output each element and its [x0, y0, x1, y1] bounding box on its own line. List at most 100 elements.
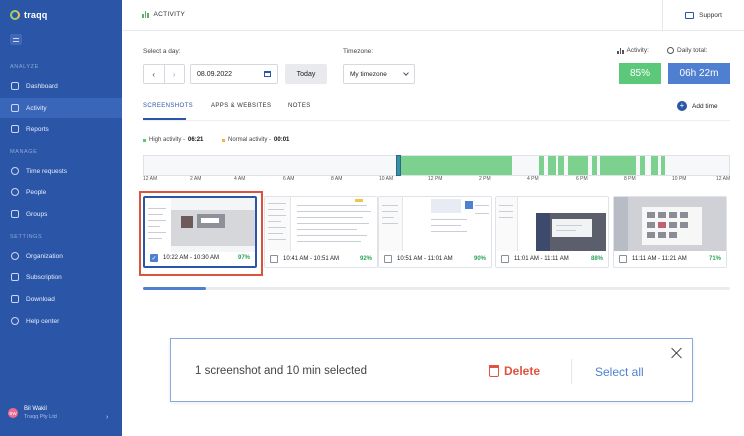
timeline-activity-segment [558, 156, 564, 175]
monitor-icon [11, 82, 19, 90]
daily-total-label: Daily total: [667, 47, 707, 54]
delete-label: Delete [504, 364, 541, 378]
gear-icon [11, 252, 19, 260]
today-button[interactable]: Today [285, 64, 327, 84]
screenshot-thumbnail[interactable] [496, 197, 608, 251]
timeline-activity-segment [651, 156, 658, 175]
folder-icon [11, 125, 19, 133]
sidebar-item-people[interactable]: People [0, 182, 122, 202]
screenshot-footer: 11:11 AM - 11:21 AM 71% [614, 251, 726, 267]
date-value: 08.09.2022 [197, 70, 233, 78]
traqq-logo-icon [10, 10, 20, 20]
user-org: Traqq Pty Ltd [24, 414, 57, 420]
screenshot-checkbox[interactable] [270, 255, 278, 263]
select-all-button[interactable]: Select all [595, 365, 644, 379]
timezone-select[interactable]: My timezone [343, 64, 415, 84]
sidebar-item-download[interactable]: Download [0, 289, 122, 309]
screenshot-card[interactable]: 11:01 AM - 11:11 AM 88% [495, 196, 609, 268]
timeline-activity-segment [640, 156, 645, 175]
close-icon[interactable] [671, 347, 683, 359]
sidebar-section-analyze: ANALYZE [10, 64, 39, 70]
sidebar-item-organization[interactable]: Organization [0, 246, 122, 266]
sidebar-item-label: Help center [26, 317, 60, 325]
people-icon [11, 188, 19, 196]
delete-button[interactable]: Delete [489, 364, 540, 378]
add-time-button[interactable]: + Add time [677, 101, 718, 111]
screenshot-thumbnail[interactable] [379, 197, 491, 251]
sidebar-item-label: Organization [26, 252, 63, 260]
add-time-label: Add time [692, 102, 718, 110]
screenshot-time-range: 11:01 AM - 11:11 AM [514, 256, 569, 262]
screenshot-footer: 10:41 AM - 10:51 AM 92% [265, 251, 377, 267]
screenshot-activity-percent: 71% [708, 256, 721, 262]
sidebar-item-dashboard[interactable]: Dashboard [0, 76, 122, 96]
screenshot-thumbnail[interactable] [265, 197, 377, 251]
chevron-right-icon[interactable]: › [106, 414, 108, 421]
calendar-icon [264, 71, 271, 77]
screenshot-checkbox[interactable] [619, 255, 627, 263]
sidebar-collapse-button[interactable] [10, 34, 22, 45]
user-menu[interactable]: BW Bil Wakil Traqq Pty Ltd [8, 406, 57, 420]
daily-total-value: 06h 22m [668, 63, 730, 84]
timezone-label: Timezone: [343, 48, 374, 55]
avatar: BW [8, 408, 18, 418]
screenshot-card[interactable]: 11:11 AM - 11:21 AM 71% [613, 196, 727, 268]
screenshot-thumbnail[interactable] [145, 198, 255, 252]
activity-value: 85% [619, 63, 661, 84]
timeline-tick: 12 AM [143, 176, 158, 182]
day-label: Select a day: [143, 48, 181, 55]
activity-label-text: Activity: [626, 47, 649, 54]
timeline-selection-marker[interactable] [396, 155, 401, 176]
app-logo[interactable]: traqq [10, 10, 48, 20]
normal-activity-swatch [222, 138, 225, 142]
sidebar-item-groups[interactable]: Groups [0, 204, 122, 224]
selection-summary: 1 screenshot and 10 min selected [195, 365, 367, 377]
app-name: traqq [24, 10, 48, 20]
tab-notes[interactable]: NOTES [288, 103, 311, 109]
sidebar-item-label: Download [26, 295, 55, 303]
active-tab-indicator [143, 118, 186, 120]
activity-chart-icon [617, 47, 624, 54]
sidebar-item-activity[interactable]: Activity [0, 98, 122, 118]
daily-total-label-text: Daily total: [677, 47, 708, 54]
screenshot-thumbnail[interactable] [614, 197, 726, 251]
screenshots-scrollbar-thumb[interactable] [143, 287, 206, 290]
normal-activity-label: Normal activity - [228, 137, 272, 143]
screenshot-card[interactable]: 10:41 AM - 10:51 AM 92% [264, 196, 378, 268]
screenshot-checkbox[interactable] [501, 255, 509, 263]
timeline-activity-segment [592, 156, 597, 175]
user-name: Bil Wakil [24, 406, 47, 412]
screenshots-scrollbar-track[interactable] [143, 287, 730, 290]
tab-screenshots[interactable]: SCREENSHOTS [143, 103, 193, 109]
screenshot-card[interactable]: 10:51 AM - 11:01 AM 90% [378, 196, 492, 268]
activity-stat-label: Activity: [617, 47, 649, 54]
sidebar-item-label: Groups [26, 210, 48, 218]
screenshot-card[interactable]: ✓ 10:22 AM - 10:30 AM 97% [143, 196, 257, 268]
trash-icon [489, 365, 499, 377]
tab-apps-websites[interactable]: APPS & WEBSITES [211, 103, 271, 109]
timeline-tick: 6 PM [576, 176, 588, 182]
normal-activity-value: 00:01 [274, 137, 290, 143]
next-day-button[interactable]: › [163, 65, 185, 83]
sidebar-item-subscription[interactable]: Subscription [0, 267, 122, 287]
screenshot-checkbox[interactable]: ✓ [150, 254, 158, 262]
sidebar-item-help-center[interactable]: Help center [0, 311, 122, 331]
timeline-tick: 2 AM [190, 176, 202, 182]
sidebar-item-time-requests[interactable]: Time requests [0, 161, 122, 181]
sidebar-section-manage: MANAGE [10, 149, 38, 155]
timeline-activity-segment [568, 156, 588, 175]
sidebar-item-label: Dashboard [26, 82, 58, 90]
timeline-tick: 8 AM [331, 176, 343, 182]
screenshot-activity-percent: 97% [237, 255, 250, 261]
normal-activity-legend: Normal activity - 00:01 [222, 137, 289, 143]
timeline-activity-segment [400, 156, 512, 175]
sidebar-item-reports[interactable]: Reports [0, 119, 122, 139]
download-icon [11, 295, 19, 303]
screenshot-checkbox[interactable] [384, 255, 392, 263]
previous-day-button[interactable]: ‹ [144, 65, 164, 83]
tabs-divider [143, 120, 730, 121]
support-button[interactable]: Support [662, 0, 744, 31]
timeline-tick: 4 PM [527, 176, 539, 182]
date-picker[interactable]: 08.09.2022 [190, 64, 278, 84]
activity-timeline[interactable] [143, 155, 730, 176]
